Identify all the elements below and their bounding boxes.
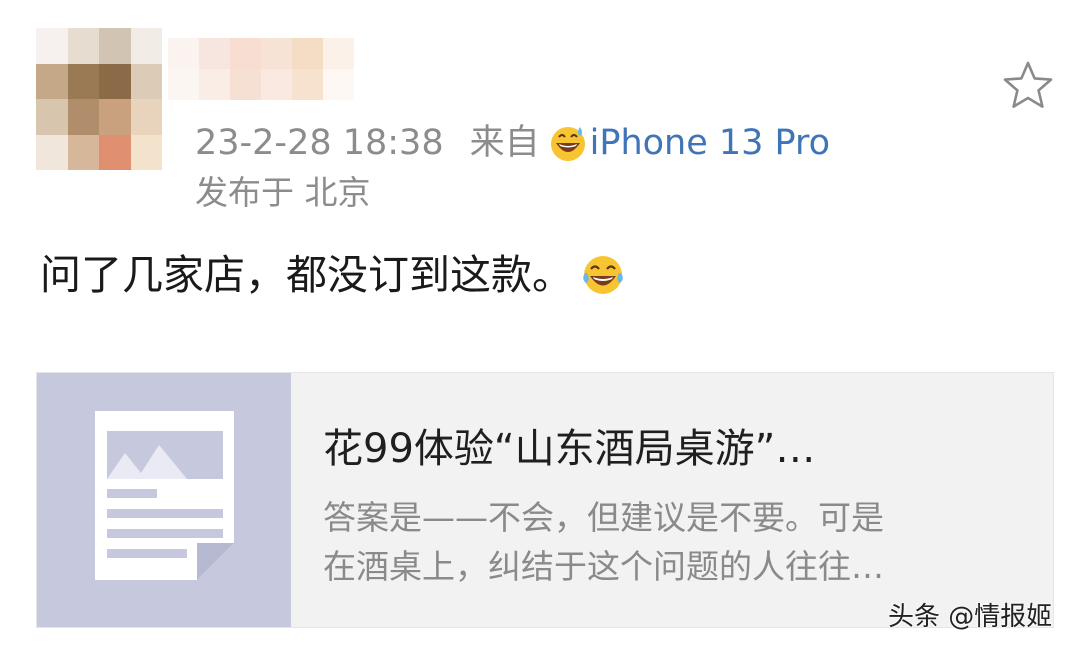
username[interactable] bbox=[168, 38, 354, 100]
tears-of-joy-emoji-icon bbox=[583, 256, 623, 294]
post-body: 问了几家店，都没订到这款。 bbox=[40, 251, 573, 299]
card-title[interactable]: 花99体验“山东酒局桌游”… bbox=[323, 423, 815, 475]
post-location: 发布于 北京 bbox=[195, 173, 371, 212]
link-card[interactable]: 花99体验“山东酒局桌游”… 答案是——不会，但建议是不要。可是 在酒桌上，纠结… bbox=[36, 372, 1054, 628]
post-meta: 23-2-28 18:38 来自 iPhone 13 Pro bbox=[195, 120, 830, 166]
grinning-sweat-emoji-icon bbox=[550, 127, 585, 161]
document-image-icon bbox=[95, 411, 234, 580]
card-summary-line: 答案是——不会，但建议是不要。可是 bbox=[323, 498, 884, 537]
card-summary-line: 在酒桌上，纠结于这个问题的人往往… bbox=[323, 547, 884, 586]
star-outline-icon[interactable] bbox=[1000, 58, 1056, 114]
post-timestamp: 23-2-28 18:38 bbox=[195, 123, 444, 163]
watermark: 头条 @情报姬 bbox=[888, 602, 1053, 632]
source-prefix: 来自 bbox=[469, 123, 540, 163]
card-thumbnail bbox=[37, 373, 291, 627]
card-summary: 答案是——不会，但建议是不要。可是 在酒桌上，纠结于这个问题的人往往… bbox=[323, 493, 1023, 591]
post-text: 问了几家店，都没订到这款。 bbox=[40, 247, 625, 303]
device-link[interactable]: iPhone 13 Pro bbox=[590, 120, 830, 166]
avatar[interactable] bbox=[36, 28, 162, 170]
